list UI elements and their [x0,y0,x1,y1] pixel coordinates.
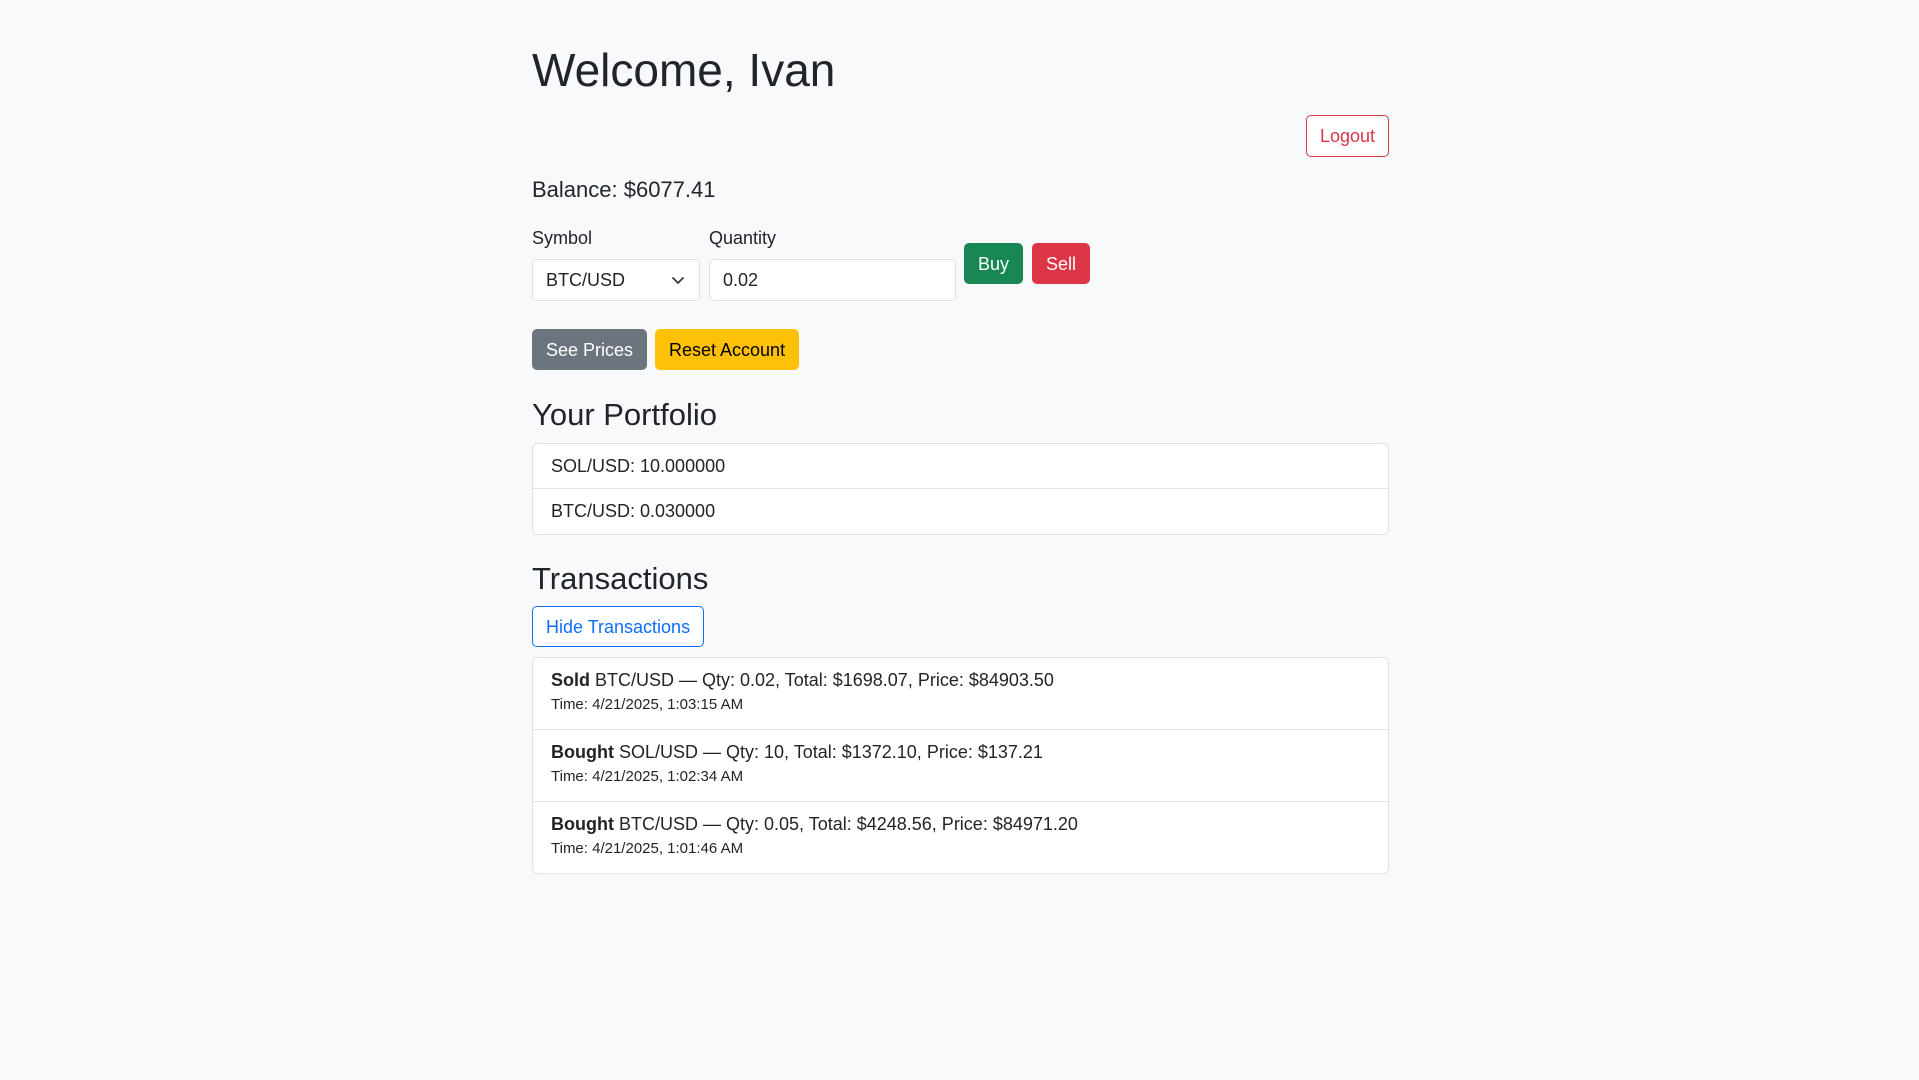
quantity-label: Quantity [709,228,777,248]
transaction-summary: Bought BTC/USD — Qty: 0.05, Total: $4248… [551,813,1370,835]
transactions-title: Transactions [532,561,709,596]
logout-button[interactable]: Logout [1306,115,1390,157]
transactions-list: Sold BTC/USD — Qty: 0.02, Total: $1698.0… [532,657,1389,874]
reset-account-button[interactable]: Reset Account [655,329,800,370]
portfolio-title: Your Portfolio [532,397,717,432]
page-title: Welcome, Ivan [532,44,836,96]
portfolio-item: SOL/USD: 10.000000 [533,444,1388,489]
transaction-time: Time: 4/21/2025, 1:02:34 AM [551,768,744,785]
transaction-time: Time: 4/21/2025, 1:01:46 AM [551,840,744,857]
transaction-item: Bought SOL/USD — Qty: 10, Total: $1372.1… [533,730,1388,802]
portfolio-list: SOL/USD: 10.000000 BTC/USD: 0.030000 [532,443,1389,535]
transaction-action: Bought [551,814,614,834]
transaction-summary: Bought SOL/USD — Qty: 10, Total: $1372.1… [551,741,1370,763]
transaction-time: Time: 4/21/2025, 1:03:15 AM [551,696,744,713]
transaction-summary: Sold BTC/USD — Qty: 0.02, Total: $1698.0… [551,669,1370,691]
quantity-input[interactable] [709,259,956,301]
transaction-details: BTC/USD — Qty: 0.05, Total: $4248.56, Pr… [613,814,1078,834]
transaction-item: Bought BTC/USD — Qty: 0.05, Total: $4248… [533,802,1388,873]
chevron-down-icon [670,272,686,288]
transaction-item: Sold BTC/USD — Qty: 0.02, Total: $1698.0… [533,658,1388,730]
symbol-select-value: BTC/USD [546,269,626,290]
see-prices-button[interactable]: See Prices [532,329,648,370]
symbol-label: Symbol [532,228,593,248]
transaction-action: Sold [551,670,590,690]
hide-transactions-button[interactable]: Hide Transactions [532,606,705,647]
transaction-details: SOL/USD — Qty: 10, Total: $1372.10, Pric… [613,742,1043,762]
transaction-details: BTC/USD — Qty: 0.02, Total: $1698.07, Pr… [590,670,1054,690]
buy-button[interactable]: Buy [964,243,1024,284]
transaction-action: Bought [551,742,614,762]
balance-text: Balance: $6077.41 [532,177,716,202]
portfolio-item: BTC/USD: 0.030000 [551,501,716,521]
sell-button[interactable]: Sell [1032,243,1091,284]
symbol-select[interactable]: BTC/USD [532,259,700,301]
